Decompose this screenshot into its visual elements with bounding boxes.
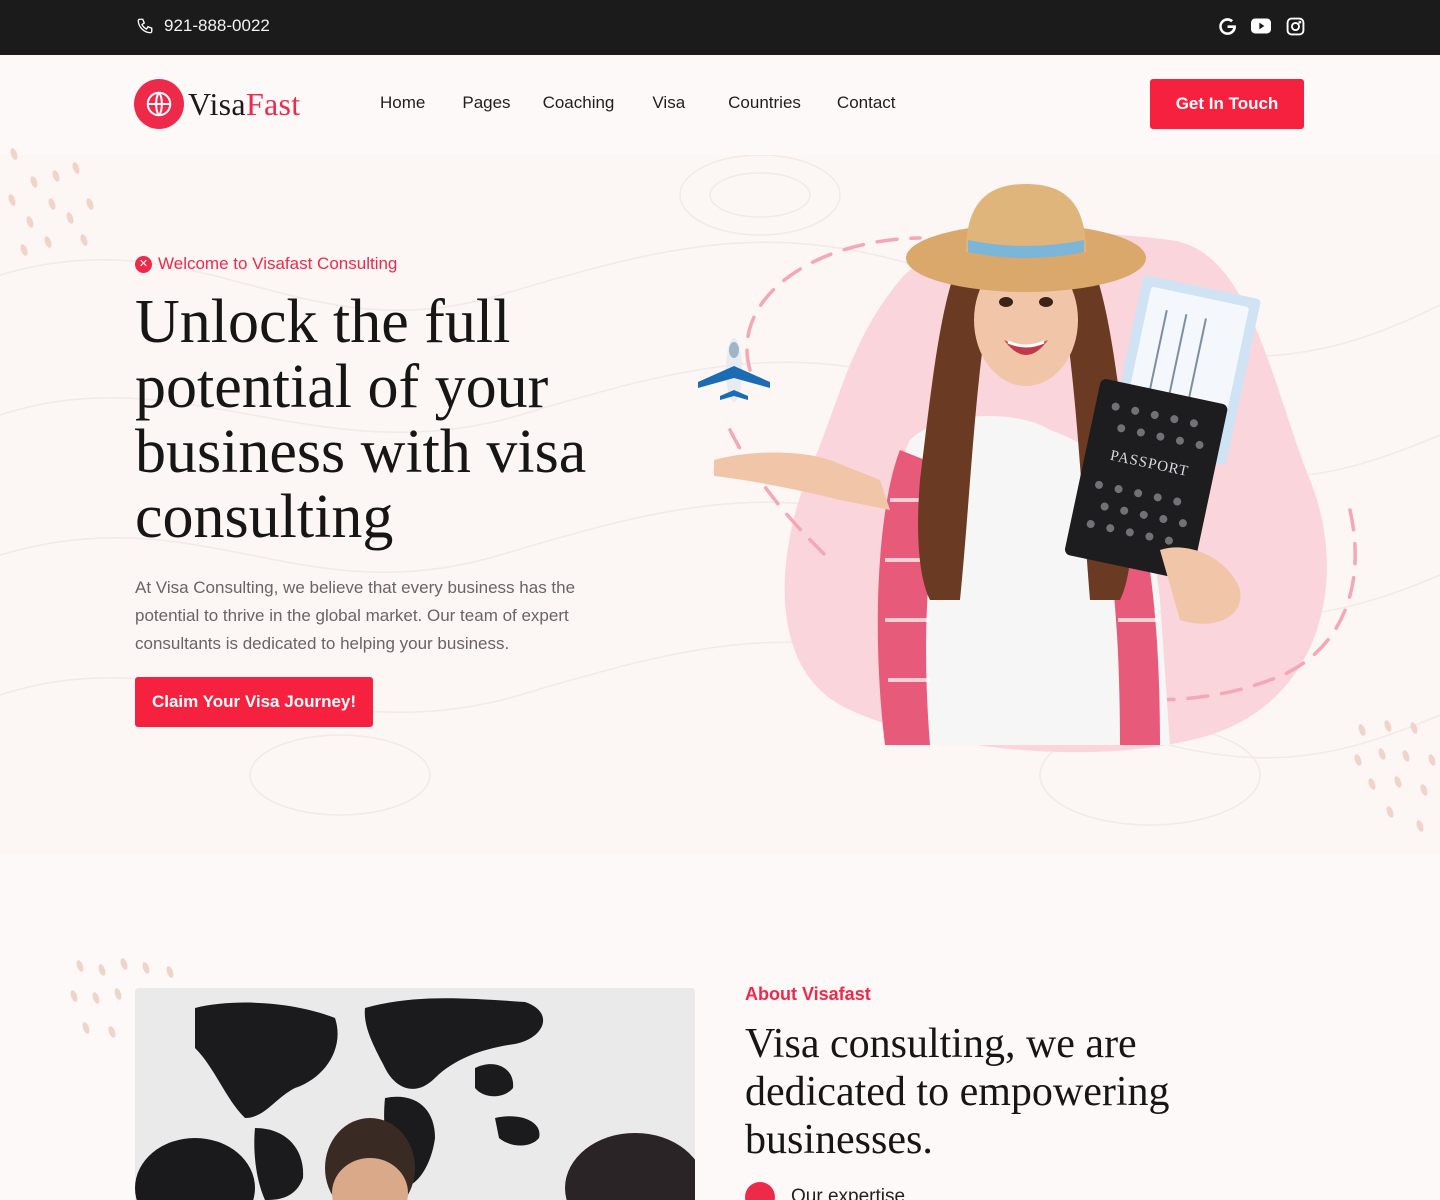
- plane-badge-icon: [745, 1182, 775, 1200]
- logo[interactable]: VisaFast: [134, 79, 300, 129]
- phone-contact[interactable]: 921-888-0022: [136, 16, 270, 36]
- hero-title: Unlock the full potential of your busine…: [135, 288, 587, 551]
- airplane-icon: [698, 338, 770, 402]
- instagram-icon[interactable]: [1285, 16, 1305, 36]
- hero-kicker-text: Welcome to Visafast Consulting: [158, 254, 398, 273]
- claim-visa-journey-button[interactable]: Claim Your Visa Journey!: [135, 677, 373, 727]
- about-title: Visa consulting, we are dedicated to emp…: [745, 1021, 1170, 1163]
- get-in-touch-button[interactable]: Get In Touch: [1150, 79, 1304, 129]
- nav-contact[interactable]: Contact: [837, 93, 896, 113]
- hero-kicker: ✕ Welcome to Visafast Consulting: [135, 254, 397, 274]
- google-icon[interactable]: [1217, 16, 1237, 36]
- phone-number: 921-888-0022: [164, 16, 270, 35]
- nav-coaching[interactable]: Coaching: [543, 93, 615, 113]
- hat-crown: [966, 184, 1086, 252]
- phone-icon: [137, 18, 153, 34]
- nav-visa[interactable]: Visa: [652, 93, 685, 113]
- youtube-icon[interactable]: [1251, 16, 1271, 36]
- globe-plane-icon: [134, 79, 184, 129]
- social-links: [1217, 16, 1305, 36]
- hero-illustration: PASSPORT: [698, 184, 1357, 753]
- nav-home[interactable]: Home: [380, 93, 425, 113]
- nav-pages[interactable]: Pages: [462, 93, 510, 113]
- close-circle-icon: ✕: [135, 255, 152, 273]
- logo-text-accent: Fast: [245, 85, 301, 122]
- top-bar: 921-888-0022: [0, 0, 1440, 55]
- main-nav: Home Pages Coaching Visa Countries Conta…: [380, 93, 896, 113]
- logo-text-primary: Visa: [188, 85, 246, 122]
- about-kicker: About Visafast: [745, 984, 871, 1004]
- about-image: [135, 988, 695, 1200]
- nav-countries[interactable]: Countries: [728, 93, 801, 113]
- hero-description: At Visa Consulting, we believe that ever…: [135, 578, 576, 653]
- decorative-dots-top-left: [8, 148, 94, 256]
- site-header: VisaFast Home Pages Coaching Visa Countr…: [0, 55, 1440, 155]
- expertise-label: Our expertise: [791, 1186, 906, 1200]
- expertise-item: Our expertise: [745, 1182, 905, 1200]
